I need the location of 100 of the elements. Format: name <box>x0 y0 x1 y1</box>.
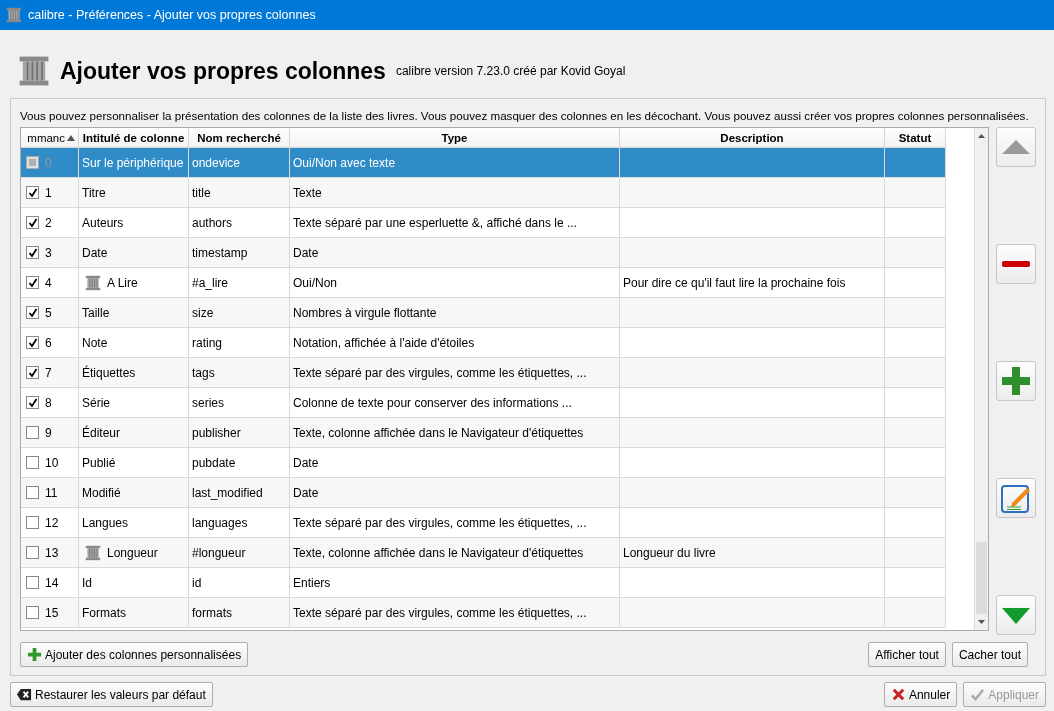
row-number: 11 <box>45 485 58 500</box>
table-cell: rating <box>192 335 223 350</box>
checkbox[interactable] <box>26 336 39 349</box>
table-cell: publisher <box>192 425 241 440</box>
version-text: calibre version 7.23.0 créé par Kovid Goyal <box>395 64 626 78</box>
table-cell: tags <box>192 365 215 380</box>
table-cell: formats <box>192 605 232 620</box>
scrollbar[interactable] <box>974 128 988 630</box>
table-row[interactable]: 11 Modifié last_modified Date <box>21 478 946 508</box>
table-row[interactable]: 3 Date timestamp Date <box>21 238 946 268</box>
table-cell: authors <box>192 215 233 230</box>
checkbox[interactable] <box>26 606 39 619</box>
row-number: 10 <box>45 455 59 470</box>
remove-button[interactable] <box>996 244 1036 284</box>
table-cell: Texte séparé par une esperluette &, affiché dans le ... <box>293 215 577 230</box>
checkbox[interactable] <box>26 546 39 559</box>
column-header[interactable]: Statut <box>885 128 946 147</box>
table-cell: #longueur <box>192 545 246 560</box>
row-number: 1 <box>45 185 52 200</box>
checkbox[interactable] <box>26 216 39 229</box>
show-button[interactable]: Afficher tout <box>868 642 946 667</box>
move-up-button[interactable] <box>996 127 1036 167</box>
add-button[interactable]: Ajouter des colonnes personnalisées <box>20 642 249 667</box>
pillar-icon <box>18 55 50 87</box>
column-header[interactable]: Intitulé de colonne <box>79 128 189 147</box>
column-header[interactable]: Type <box>290 128 620 147</box>
checkbox[interactable] <box>26 576 39 589</box>
move-down-button[interactable] <box>996 595 1036 635</box>
table-cell: Texte séparé par des virgules, comme les étiquettes, ... <box>293 365 587 380</box>
table-cell: title <box>192 185 211 200</box>
pillar-icon <box>6 7 22 23</box>
table-cell: Texte, colonne affichée dans le Navigateur d'étiquettes <box>293 545 584 560</box>
plus-icon <box>27 647 42 662</box>
table-cell: Entiers <box>293 575 331 590</box>
table-row[interactable]: 7 Étiquettes tags Texte séparé par des virgules, comme les étiquettes, ... <box>21 358 946 388</box>
table-row[interactable]: 15 Formats formats Texte séparé par des virgules, comme les étiquettes, ... <box>21 598 946 628</box>
table-cell: Longueur du livre <box>623 545 716 560</box>
table-cell: Titre <box>82 185 106 200</box>
table-cell: Date <box>293 245 319 260</box>
table-cell: size <box>192 305 214 320</box>
scrollbar-thumb[interactable] <box>976 542 987 614</box>
table-cell: Note <box>82 335 108 350</box>
column-header[interactable]: Description <box>620 128 885 147</box>
table-row[interactable]: 9 Éditeur publisher Texte, colonne affichée dans le Navigateur d'étiquettes <box>21 418 946 448</box>
row-number: 6 <box>45 335 52 350</box>
column-header[interactable]: mmanc <box>21 128 79 147</box>
minus-icon <box>1002 261 1030 267</box>
checkbox[interactable] <box>26 246 39 259</box>
row-number: 2 <box>45 215 52 230</box>
table-cell: Texte séparé par des virgules, comme les étiquettes, ... <box>293 515 587 530</box>
row-number: 9 <box>45 425 52 440</box>
checkbox[interactable] <box>26 276 39 289</box>
table-cell: Oui/Non avec texte <box>293 155 396 170</box>
table-cell: Oui/Non <box>293 275 338 290</box>
table-cell: Langues <box>82 515 129 530</box>
checkbox[interactable] <box>26 186 39 199</box>
restore-button[interactable]: Restaurer les valeurs par défaut <box>10 682 213 707</box>
hide-button[interactable]: Cacher tout <box>951 642 1028 667</box>
sort-arrow-icon <box>67 134 75 141</box>
checkmark-icon <box>970 687 986 702</box>
table-cell: Éditeur <box>82 425 121 440</box>
table-cell: Taille <box>82 305 110 320</box>
row-number: 12 <box>45 515 59 530</box>
checkbox[interactable] <box>26 396 39 409</box>
table-cell: Date <box>293 485 319 500</box>
table-cell: pubdate <box>192 455 236 470</box>
table-cell: Formats <box>82 605 126 620</box>
table-cell: Date <box>82 245 108 260</box>
table-cell: Sur le périphérique <box>82 155 184 170</box>
row-number: 14 <box>45 575 59 590</box>
table-cell: Pour dire ce qu'il faut lire la prochaine fois <box>623 275 846 290</box>
checkbox[interactable] <box>26 456 39 469</box>
checkbox[interactable] <box>26 486 39 499</box>
row-number: 3 <box>45 245 52 260</box>
table-row[interactable]: 13 Longueur #longueur Texte, colonne affichée dans le Navigateur d'étiquettes Longueur du livre <box>21 538 946 568</box>
column-header[interactable]: Nom recherché <box>189 128 290 147</box>
table-cell: id <box>192 575 202 590</box>
delete-key-icon <box>17 687 32 702</box>
table-cell: #a_lire <box>192 275 229 290</box>
add-button[interactable] <box>996 361 1036 401</box>
table-cell: timestamp <box>192 245 248 260</box>
table-row[interactable]: 5 Taille size Nombres à virgule flottante <box>21 298 946 328</box>
checkbox[interactable] <box>26 306 39 319</box>
window-title: calibre - Préférences - Ajouter vos propres colonnes <box>28 8 316 22</box>
table-cell: ondevice <box>192 155 241 170</box>
table-cell: Modifié <box>82 485 121 500</box>
cancel-button[interactable]: Annuler <box>883 682 958 707</box>
table-cell: Id <box>82 575 92 590</box>
table-cell: Étiquettes <box>82 365 136 380</box>
edit-button[interactable] <box>996 478 1036 518</box>
checkbox[interactable] <box>26 426 39 439</box>
row-number: 0 <box>45 155 52 170</box>
checkbox[interactable] <box>26 516 39 529</box>
checkbox[interactable] <box>26 366 39 379</box>
table-cell: Texte, colonne affichée dans le Navigateur d'étiquettes <box>293 425 584 440</box>
table-cell: Auteurs <box>82 215 124 230</box>
table-row[interactable]: 1 Titre title Texte <box>21 178 946 208</box>
table-cell: Date <box>293 455 319 470</box>
page-title: Ajouter vos propres colonnes <box>60 57 386 85</box>
table-cell: Longueur <box>107 545 158 560</box>
